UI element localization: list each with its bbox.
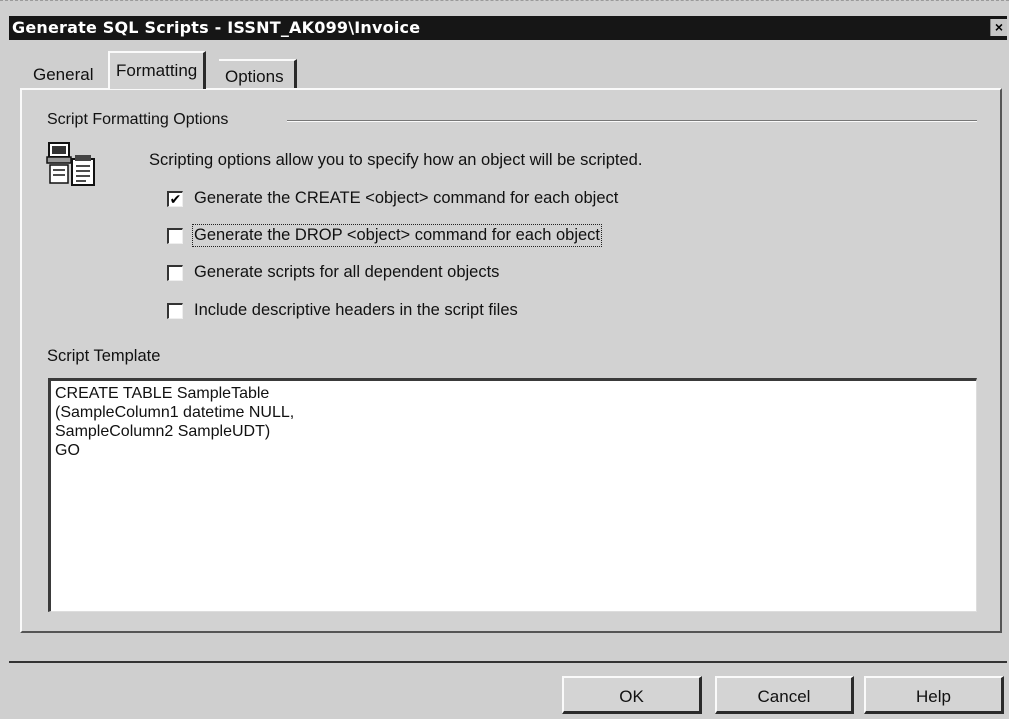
template-line: CREATE TABLE SampleTable (55, 385, 270, 402)
window-title: Generate SQL Scripts - ISSNT_AK099\Invoi… (12, 18, 421, 37)
title-bar: Generate SQL Scripts - ISSNT_AK099\Invoi… (9, 16, 1007, 40)
template-line: GO (55, 442, 80, 459)
script-document-icon (46, 142, 95, 186)
headers-checkbox[interactable] (167, 303, 183, 319)
scripting-description: Scripting options allow you to specify h… (149, 151, 643, 169)
close-button[interactable]: × (990, 19, 1007, 36)
drop-option-label[interactable]: Generate the DROP <object> command for e… (191, 224, 603, 247)
button-separator (9, 661, 1007, 663)
script-formatting-options-label: Script Formatting Options (47, 111, 229, 128)
script-template-box[interactable]: CREATE TABLE SampleTable (SampleColumn1 … (48, 378, 977, 612)
ok-button[interactable]: OK (562, 676, 702, 714)
template-line: (SampleColumn1 datetime NULL, (55, 404, 295, 421)
create-option-label[interactable]: Generate the CREATE <object> command for… (194, 189, 618, 208)
tab-general[interactable]: General (27, 59, 99, 89)
cancel-button[interactable]: Cancel (715, 676, 854, 714)
headers-option-label[interactable]: Include descriptive headers in the scrip… (194, 301, 518, 320)
create-checkbox[interactable]: ✔ (167, 191, 183, 207)
help-button[interactable]: Help (864, 676, 1004, 714)
template-line: SampleColumn2 SampleUDT) (55, 423, 271, 440)
tab-formatting[interactable]: Formatting (108, 51, 207, 89)
group-divider (287, 120, 977, 122)
script-template-label: Script Template (47, 347, 161, 365)
dependent-option-label[interactable]: Generate scripts for all dependent objec… (194, 263, 499, 282)
drop-checkbox[interactable] (167, 228, 183, 244)
dependent-checkbox[interactable] (167, 265, 183, 281)
generate-sql-scripts-dialog: Generate SQL Scripts - ISSNT_AK099\Invoi… (0, 0, 1009, 719)
tab-options[interactable]: Options (219, 59, 297, 89)
